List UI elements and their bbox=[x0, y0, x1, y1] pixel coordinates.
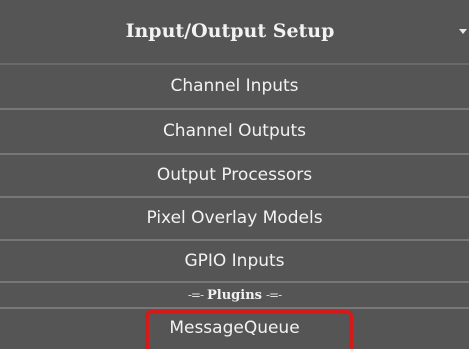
menu-item-label: MessageQueue bbox=[169, 318, 300, 338]
caret-down-icon[interactable] bbox=[459, 29, 467, 34]
plugins-section-header: -=- Plugins -=- bbox=[0, 283, 469, 309]
menu-header[interactable]: Input/Output Setup bbox=[0, 0, 469, 65]
menu-item-label: Channel Outputs bbox=[162, 121, 307, 141]
menu-item-label: GPIO Inputs bbox=[184, 251, 285, 271]
menu-item-channel-inputs[interactable]: Channel Inputs bbox=[0, 65, 469, 110]
menu-item-pixel-overlay-models[interactable]: Pixel Overlay Models bbox=[0, 198, 469, 241]
menu-item-label: Output Processors bbox=[156, 165, 313, 185]
dash-decoration-icon: -=- bbox=[265, 288, 282, 302]
menu-title[interactable]: Input/Output Setup bbox=[0, 0, 460, 63]
io-setup-dropdown-menu: Input/Output Setup Channel Inputs Channe… bbox=[0, 0, 469, 349]
menu-item-channel-outputs[interactable]: Channel Outputs bbox=[0, 110, 469, 155]
section-label: Plugins bbox=[207, 288, 262, 303]
dash-decoration-icon: -=- bbox=[187, 288, 204, 302]
menu-item-output-processors[interactable]: Output Processors bbox=[0, 155, 469, 198]
menu-item-messagequeue[interactable]: MessageQueue bbox=[0, 309, 469, 349]
menu-item-label: Pixel Overlay Models bbox=[146, 208, 323, 228]
menu-item-label: Channel Inputs bbox=[170, 76, 299, 96]
menu-item-gpio-inputs[interactable]: GPIO Inputs bbox=[0, 241, 469, 283]
